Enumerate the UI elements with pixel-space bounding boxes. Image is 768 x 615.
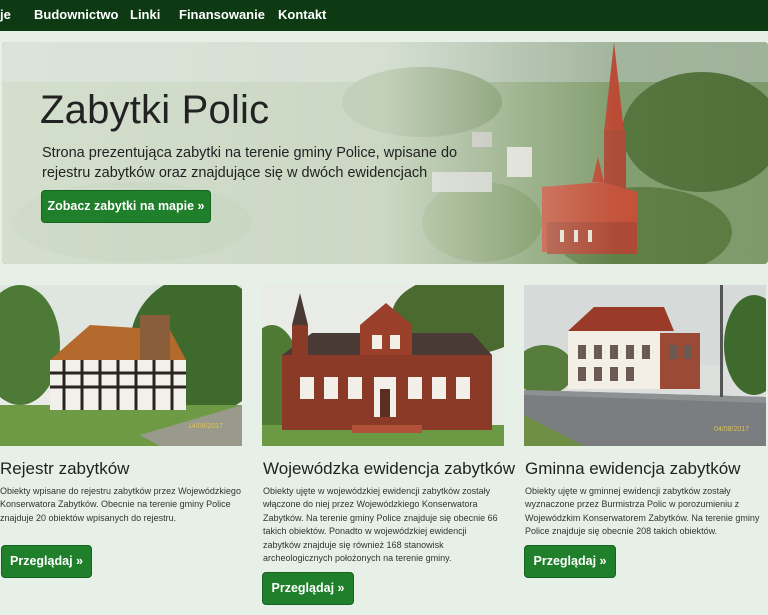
nav-item-linki[interactable]: Linki [130, 7, 160, 22]
hero-description: Strona prezentująca zabytki na terenie g… [42, 145, 458, 181]
card-photo-wojewodzka [262, 285, 504, 446]
card-photo-gminna: 04/08/2017 [524, 285, 766, 446]
nav-item-budownictwo[interactable]: Budownictwo [34, 7, 119, 22]
nav-item-finansowanie[interactable]: Finansowanie [179, 7, 265, 22]
card-text-wojewodzka: Obiekty ujęte w wojewódzkiej ewidencji z… [263, 486, 498, 564]
browse-button-gminna[interactable]: Przeglądaj » [524, 545, 616, 578]
browse-button-rejestr[interactable]: Przeglądaj » [1, 545, 92, 578]
card-photo-rejestr: 14/08/2017 [0, 285, 242, 446]
browse-button-wojewodzka[interactable]: Przeglądaj » [262, 572, 354, 605]
top-navbar: je Budownictwo Linki Finansowanie Kontak… [0, 0, 768, 31]
nav-item-home-partial[interactable]: je [0, 7, 11, 22]
card-text-gminna: Obiekty ujęte w gminnej ewidencji zabytk… [525, 486, 760, 537]
card-text-rejestr: Obiekty wpisane do rejestru zabytków prz… [0, 486, 241, 523]
nav-item-kontakt[interactable]: Kontakt [278, 7, 326, 22]
card-title-rejestr: Rejestr zabytków [0, 459, 130, 478]
card-title-wojewodzka: Wojewódzka ewidencja zabytków [263, 459, 515, 478]
card-title-gminna: Gminna ewidencja zabytków [525, 459, 741, 478]
hero-title: Zabytki Polic [40, 88, 270, 132]
svg-text:14/08/2017: 14/08/2017 [188, 423, 223, 430]
svg-text:04/08/2017: 04/08/2017 [714, 426, 749, 433]
hero-jumbotron: Zabytki Polic Strona prezentująca zabytk… [2, 42, 768, 264]
map-button[interactable]: Zobacz zabytki na mapie » [41, 190, 211, 223]
